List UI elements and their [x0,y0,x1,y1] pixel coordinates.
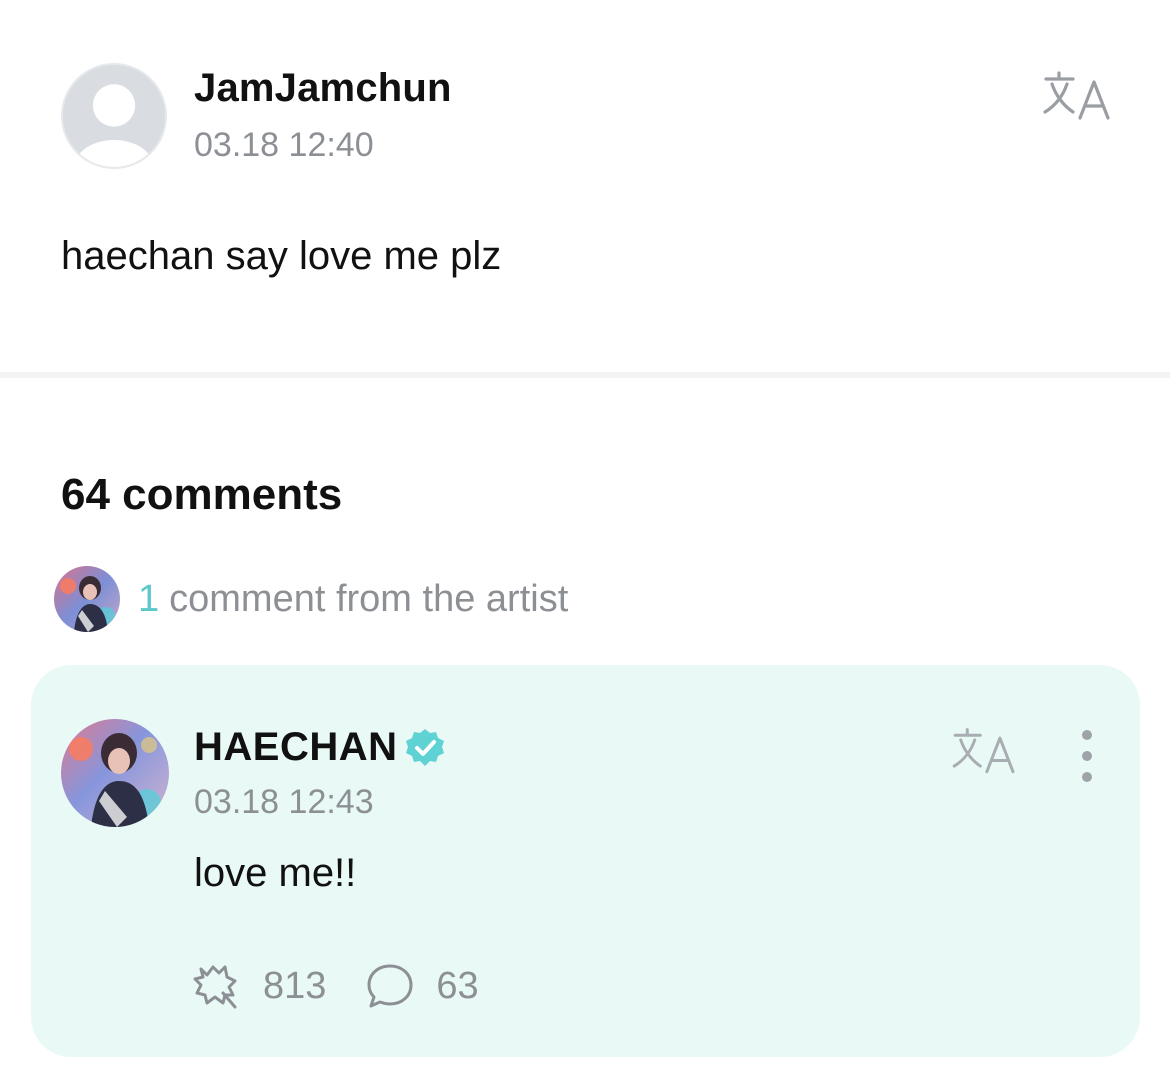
artist-mini-avatar [54,566,120,632]
comment-body: love me!! [194,851,357,895]
post-header: JamJamchun 03.18 12:40 haechan say love … [0,0,1170,278]
comment-more-button[interactable] [1071,727,1103,785]
translate-icon [1043,71,1110,120]
artist-comment-label: comment from the artist [169,577,569,620]
like-count: 813 [263,964,327,1007]
artist-avatar[interactable] [61,719,169,827]
comment-timestamp: 03.18 12:43 [194,783,374,821]
default-user-icon [63,65,165,167]
artist-photo-icon [61,719,169,827]
verified-badge-icon [405,728,444,766]
artist-photo-icon [54,566,120,632]
comment-bubble-icon [367,964,413,1008]
artist-comments-filter[interactable]: 1 comment from the artist [54,565,568,633]
artist-comment-card: HAECHAN 03.18 12:43 love me!! 813 63 [31,665,1140,1057]
artist-comment-count: 1 [138,577,160,620]
reply-count: 63 [436,964,479,1007]
translate-icon [952,728,1015,774]
section-divider [0,372,1170,378]
post-body: haechan say love me plz [61,234,502,278]
author-name[interactable]: JamJamchun [194,66,452,111]
post-timestamp: 03.18 12:40 [194,126,374,164]
reply-button[interactable]: 63 [364,961,479,1011]
like-icon [193,965,237,1009]
comments-count-title: 64 comments [61,470,343,519]
post-translate-button[interactable] [1042,68,1114,128]
artist-name[interactable]: HAECHAN [194,725,398,770]
artist-name-row: HAECHAN [194,725,446,770]
author-avatar[interactable] [61,63,167,169]
like-button[interactable]: 813 [191,961,326,1011]
comment-translate-button[interactable] [951,725,1019,781]
comment-stats: 813 63 [191,961,479,1011]
more-vertical-icon [1082,730,1092,782]
